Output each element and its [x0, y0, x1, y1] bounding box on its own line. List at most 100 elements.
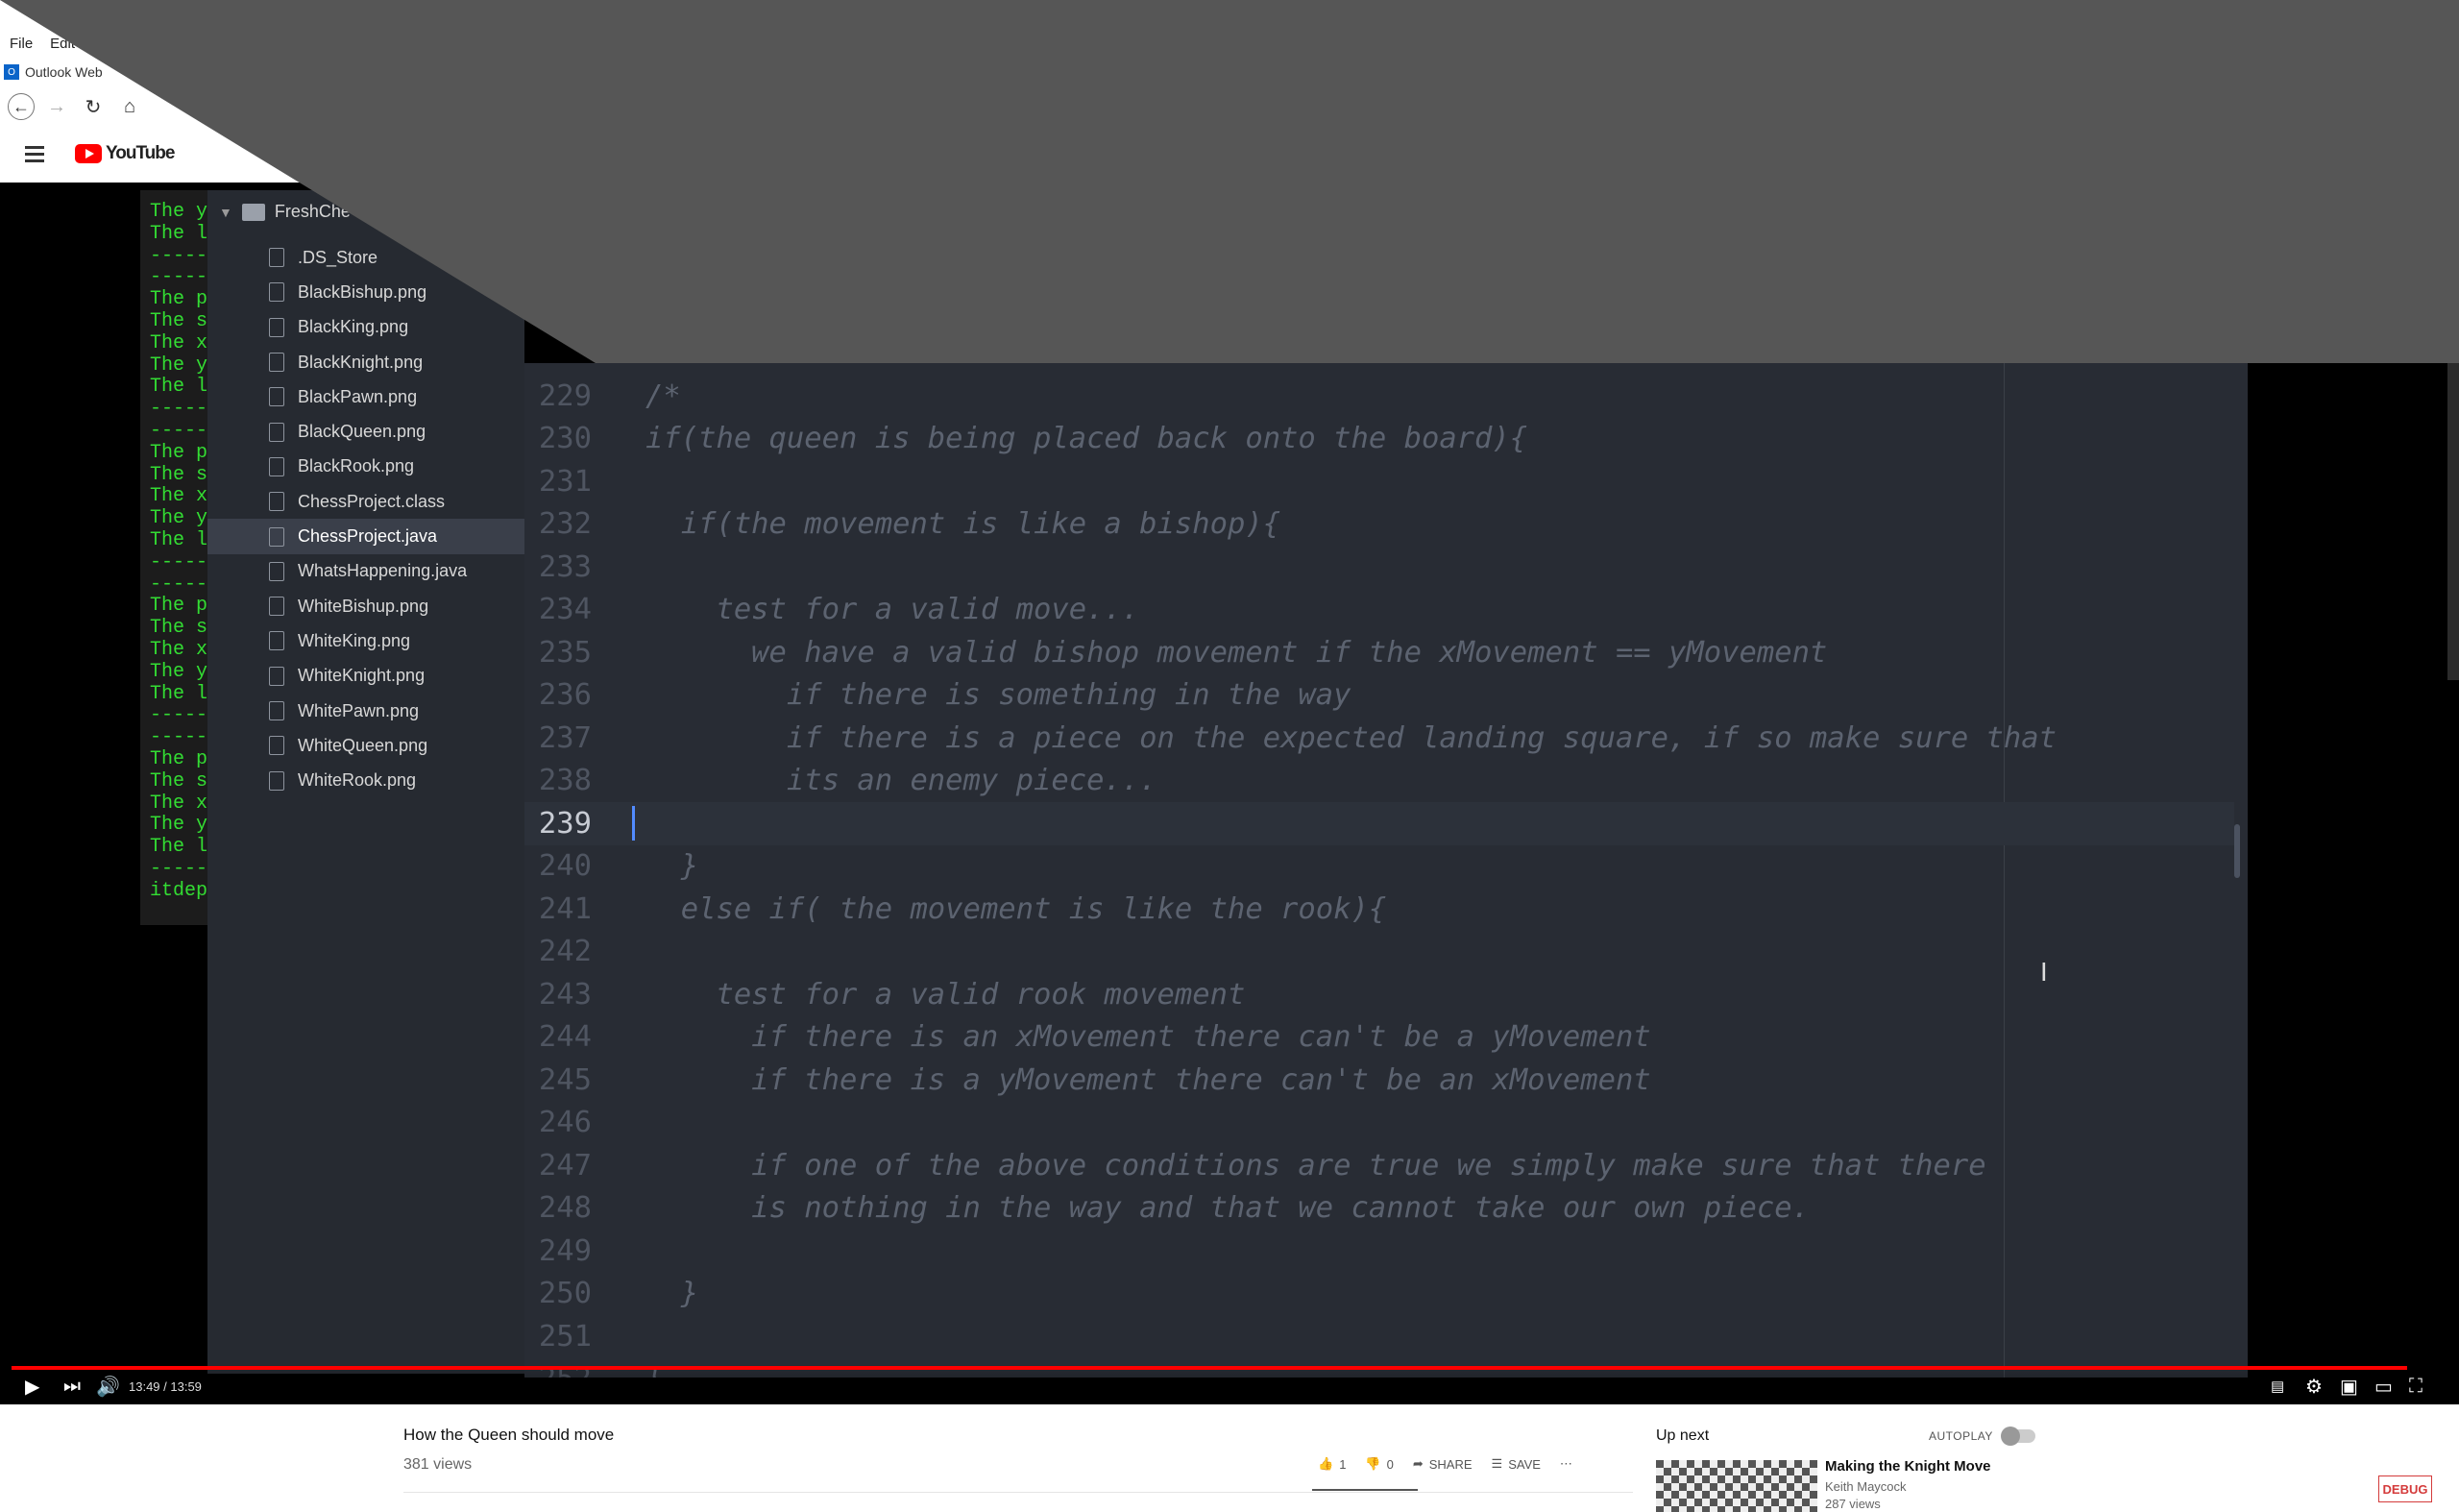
line-number: 233 — [538, 549, 592, 584]
file-name: WhiteBishup.png — [298, 596, 429, 616]
file-name: WhitePawn.png — [298, 700, 420, 720]
autoplay-toggle[interactable] — [2000, 1427, 2035, 1446]
file-icon — [269, 456, 284, 476]
next-video-views: 287 views — [1825, 1497, 1881, 1511]
file-item[interactable]: WhiteKnight.png — [207, 659, 524, 694]
miniplayer-icon[interactable]: ▣ — [2340, 1376, 2358, 1398]
play-icon[interactable]: ▶ — [25, 1376, 39, 1398]
line-number: 251 — [538, 1319, 592, 1353]
code-line: 234 test for a valid move... — [524, 589, 2234, 632]
line-number: 229 — [538, 378, 592, 413]
next-video-title[interactable]: Making the Knight Move — [1825, 1458, 1991, 1475]
line-number: 240 — [538, 849, 592, 884]
divider — [403, 1492, 1633, 1493]
terminal-line: The l — [150, 528, 207, 551]
code-line: 236 if there is something in the way — [524, 674, 2234, 718]
terminal-line: The s — [150, 309, 207, 332]
code-text: test for a valid rook movement — [645, 977, 1246, 1012]
file-item[interactable]: ChessProject.class — [207, 484, 524, 519]
progress-bar[interactable] — [12, 1366, 2407, 1370]
file-item[interactable]: WhitePawn.png — [207, 694, 524, 728]
file-item[interactable]: BlackRook.png — [207, 450, 524, 484]
forward-icon[interactable]: → — [42, 92, 71, 121]
terminal-line: The p — [150, 595, 207, 618]
code-line: 243 test for a valid rook movement — [524, 973, 2234, 1016]
next-icon[interactable]: ⏭ — [63, 1376, 81, 1397]
file-item[interactable]: WhiteKing.png — [207, 623, 524, 658]
volume-icon[interactable]: 🔊 — [96, 1376, 120, 1398]
menu-icon[interactable] — [25, 145, 44, 162]
file-item[interactable]: ChessProject.java — [207, 519, 524, 554]
file-item[interactable]: WhiteBishup.png — [207, 589, 524, 623]
code-text: if one of the above conditions are true … — [645, 1148, 1986, 1183]
project-folder[interactable]: ▼ FreshChe — [219, 202, 351, 222]
menu-file[interactable]: File — [10, 33, 33, 56]
save-button[interactable]: ☰ SAVE — [1492, 1456, 1541, 1472]
code-line: 240 } — [524, 845, 2234, 889]
reload-icon[interactable]: ↻ — [79, 92, 108, 121]
code-line: 247 if one of the above conditions are t… — [524, 1144, 2234, 1187]
like-count: 1 — [1339, 1456, 1347, 1472]
line-number: 236 — [538, 678, 592, 713]
page-scrollbar[interactable] — [2447, 363, 2459, 680]
terminal-line: ----- — [150, 398, 207, 421]
terminal-line: The yl — [150, 201, 207, 223]
file-name: BlackPawn.png — [298, 386, 418, 406]
terminal-line: ----- — [150, 726, 207, 749]
save-label: SAVE — [1508, 1456, 1541, 1472]
code-text: if there is something in the way — [645, 678, 1351, 713]
back-icon[interactable]: ← — [8, 93, 35, 120]
file-name: WhiteKnight.png — [298, 666, 426, 686]
file-item[interactable]: WhiteQueen.png — [207, 728, 524, 763]
terminal-line: ----- — [150, 266, 207, 289]
share-button[interactable]: ➦ SHARE — [1413, 1456, 1473, 1472]
code-editor[interactable]: I 229/* 230 if(the queen is being placed b… — [524, 363, 2248, 1378]
file-icon — [269, 317, 284, 337]
next-video-channel: Keith Maycock — [1825, 1479, 1907, 1494]
settings-icon[interactable]: ⚙ — [2305, 1376, 2323, 1398]
code-line: 242 — [524, 931, 2234, 974]
theater-icon[interactable]: ▭ — [2374, 1376, 2393, 1398]
file-icon — [269, 353, 284, 373]
browser-tab[interactable]: O Outlook Web — [4, 60, 103, 85]
terminal-line: The yl — [150, 354, 207, 377]
captions-icon[interactable]: ▤ — [2271, 1376, 2284, 1397]
file-name: BlackQueen.png — [298, 422, 426, 442]
line-number: 247 — [538, 1148, 592, 1183]
code-line: 232 if(the movement is like a bishop){ — [524, 503, 2234, 547]
file-icon — [269, 282, 284, 303]
code-line: 245 if there is a yMovement there can't … — [524, 1059, 2234, 1102]
editor-scrollbar[interactable] — [2234, 824, 2240, 878]
browser-navbar: ← → ↻ ⌂ — [0, 90, 144, 123]
file-item[interactable]: BlackKing.png — [207, 310, 524, 345]
file-icon — [269, 492, 284, 512]
line-number: 242 — [538, 935, 592, 969]
next-video-thumbnail[interactable] — [1656, 1460, 1817, 1512]
code-text: } — [645, 849, 699, 884]
code-text: if there is a piece on the expected land… — [645, 720, 2057, 755]
file-item[interactable]: BlackQueen.png — [207, 414, 524, 449]
code-line: 241 else if( the movement is like the ro… — [524, 888, 2234, 931]
code-text: if(the movement is like a bishop){ — [645, 507, 1281, 542]
autoplay-control[interactable]: AUTOPLAY — [1929, 1427, 2035, 1446]
tab-label: Outlook Web — [25, 64, 103, 80]
file-item[interactable]: BlackPawn.png — [207, 379, 524, 414]
video-title: How the Queen should move — [403, 1426, 615, 1444]
terminal-line: The xl — [150, 792, 207, 815]
file-item[interactable]: WhiteRook.png — [207, 763, 524, 797]
home-icon[interactable]: ⌂ — [115, 92, 144, 121]
like-button[interactable]: 👍 1 — [1318, 1456, 1346, 1472]
file-item[interactable]: BlackKnight.png — [207, 345, 524, 379]
code-line: 235 we have a valid bishop movement if t… — [524, 631, 2234, 674]
dislike-button[interactable]: 👎 0 — [1365, 1456, 1393, 1472]
file-item[interactable]: WhatsHappening.java — [207, 554, 524, 589]
more-button[interactable]: ⋯ — [1560, 1456, 1572, 1472]
code-line: 231 — [524, 460, 2234, 503]
file-name: WhatsHappening.java — [298, 561, 468, 581]
line-number: 235 — [538, 635, 592, 670]
dislike-count: 0 — [1386, 1456, 1394, 1472]
file-name: ChessProject.class — [298, 491, 446, 511]
time-display: 13:49 / 13:59 — [129, 1378, 202, 1394]
fullscreen-icon[interactable]: ⛶ — [2409, 1376, 2422, 1397]
youtube-logo[interactable]: YouTube — [75, 143, 175, 164]
